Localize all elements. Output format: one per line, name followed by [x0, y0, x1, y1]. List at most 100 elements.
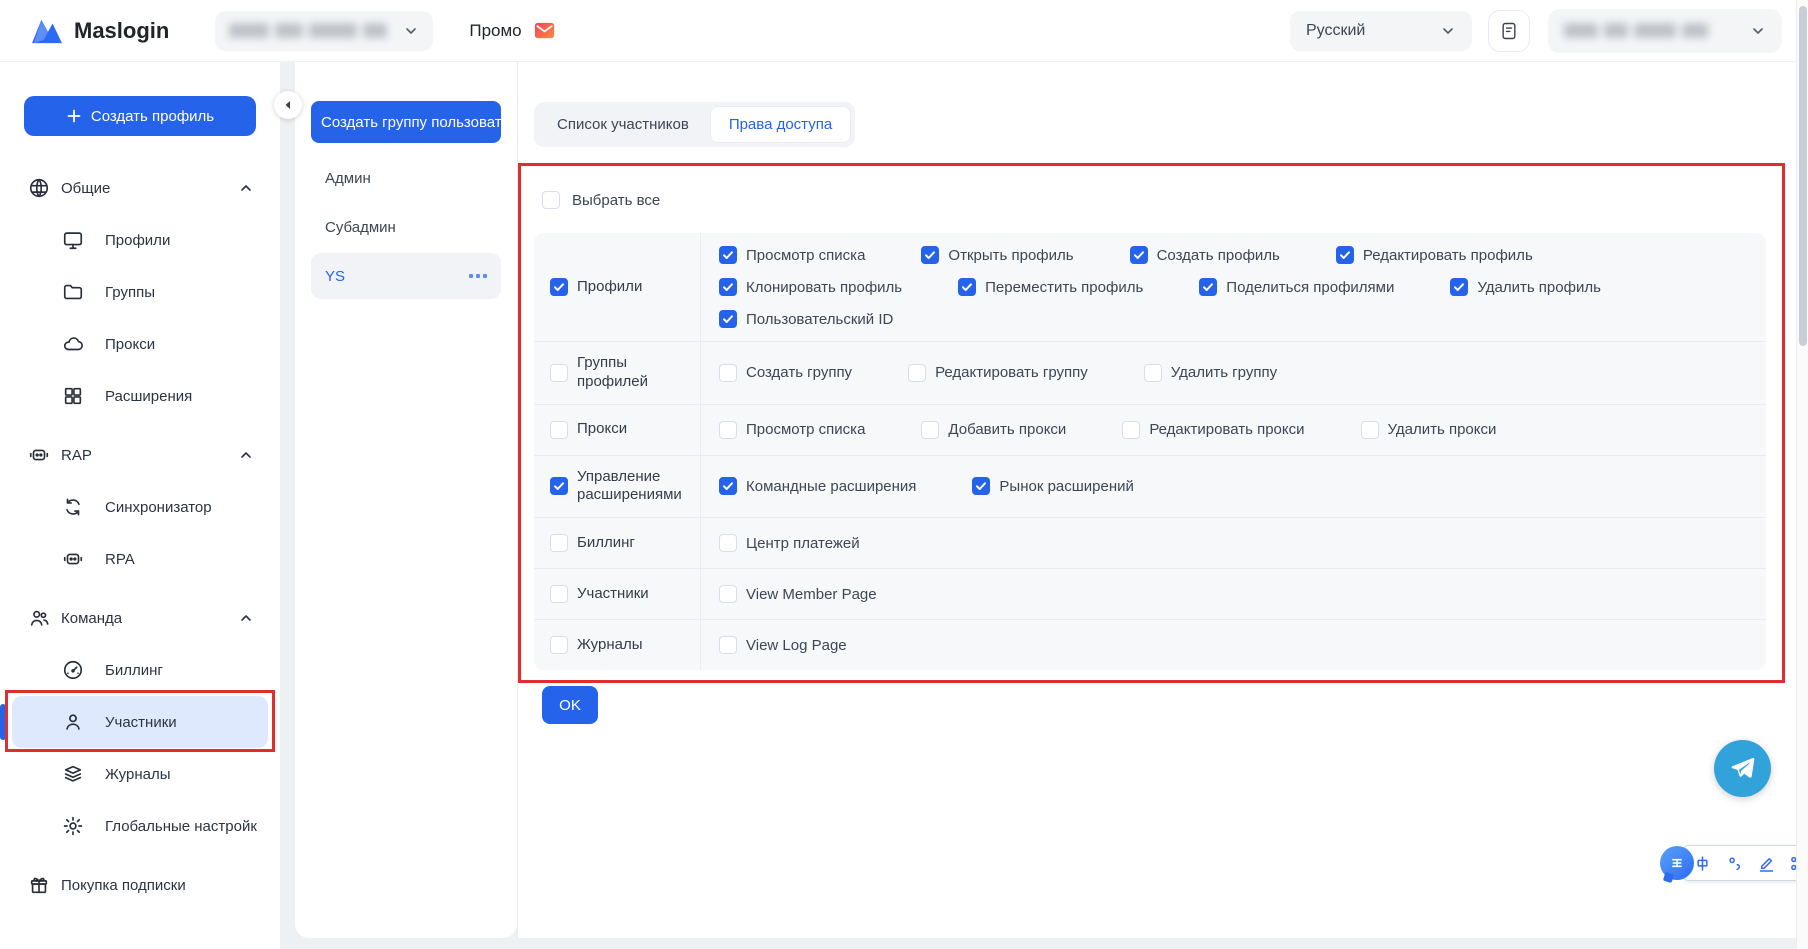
category-checkbox[interactable] — [550, 636, 568, 654]
permission-checkbox[interactable] — [1199, 278, 1218, 296]
ok-button[interactable]: OK — [542, 686, 598, 724]
docs-button[interactable] — [1488, 9, 1530, 52]
permission-item: Поделиться профилями — [1199, 278, 1394, 296]
permission-category: Журналы — [534, 620, 701, 670]
category-label: Участники — [577, 584, 649, 602]
permission-checkbox[interactable] — [719, 246, 737, 264]
scrollbar-thumb[interactable] — [1799, 6, 1807, 346]
sidebar-item-global-settings[interactable]: Глобальные настройк — [12, 800, 268, 852]
permission-label: Редактировать прокси — [1149, 421, 1305, 438]
sync-icon — [62, 496, 84, 518]
sidebar-item-rpa[interactable]: RPA — [12, 533, 268, 585]
sidebar-item-label: Глобальные настройк — [105, 817, 257, 835]
panel-gap — [280, 62, 295, 949]
permission-items: Создать группу Редактировать группу Удалит… — [701, 342, 1766, 404]
sidebar-item-billing[interactable]: Биллинг — [12, 644, 268, 696]
permission-item: Переместить профиль — [958, 278, 1143, 296]
sidebar-item-label: RAP — [61, 446, 92, 464]
category-label: Журналы — [577, 635, 643, 653]
sidebar-item-label: Прокси — [105, 335, 156, 353]
workspace-select[interactable] — [215, 10, 434, 51]
sidebar-item-rap[interactable]: RAP — [12, 429, 268, 481]
telegram-button[interactable] — [1714, 740, 1771, 797]
chevron-up-icon[interactable] — [238, 610, 254, 626]
person-icon — [62, 711, 84, 733]
permission-checkbox[interactable] — [1122, 420, 1141, 439]
permission-checkbox[interactable] — [719, 310, 737, 328]
sidebar-item-buy-subscription[interactable]: Покупка подписки — [12, 859, 268, 911]
pinyin-icon[interactable] — [1725, 854, 1744, 873]
group-menu-icon[interactable] — [469, 274, 487, 278]
chinese-icon[interactable] — [1693, 854, 1712, 873]
chevron-up-icon[interactable] — [238, 180, 254, 196]
permission-label: Просмотр списка — [746, 246, 866, 264]
category-checkbox[interactable] — [550, 420, 568, 439]
user-group-item[interactable]: YS — [311, 253, 501, 299]
permission-category: Прокси — [534, 404, 701, 455]
sidebar-item-label: Команда — [61, 609, 123, 627]
chevron-up-icon[interactable] — [238, 447, 254, 463]
sidebar-item-groups[interactable]: Группы — [12, 266, 268, 318]
sidebar-item-label: Покупка подписки — [61, 876, 186, 894]
category-checkbox[interactable] — [550, 477, 568, 496]
permission-row: Группы профилей Создать группу Редактирова… — [534, 342, 1766, 405]
permission-checkbox[interactable] — [719, 363, 737, 382]
user-groups-list: Админ Субадмин YS — [295, 155, 517, 299]
permission-label: Переместить профиль — [985, 278, 1144, 296]
permission-checkbox[interactable] — [719, 420, 737, 439]
user-groups-panel: Создать группу пользовате Админ Субадмин Y… — [295, 62, 517, 938]
permission-checkbox[interactable] — [908, 363, 927, 382]
sidebar-item-team[interactable]: Команда — [12, 592, 268, 644]
category-label: Управление расширениями — [577, 467, 682, 504]
sidebar-item-synchronizer[interactable]: Синхронизатор — [12, 481, 268, 533]
user-account-select[interactable] — [1548, 8, 1782, 53]
sidebar-item-proxy[interactable]: Прокси — [12, 318, 268, 370]
permission-checkbox[interactable] — [719, 585, 737, 603]
gift-icon — [28, 874, 50, 896]
permission-items: Центр платежей — [701, 518, 1766, 568]
create-profile-button[interactable]: Создать профиль — [24, 96, 256, 136]
permission-checkbox[interactable] — [719, 278, 737, 296]
category-checkbox[interactable] — [550, 585, 568, 603]
permission-row: Управление расширениями Командные расшире… — [534, 455, 1766, 518]
create-user-group-button[interactable]: Создать группу пользовате — [311, 101, 501, 143]
permission-checkbox[interactable] — [719, 636, 737, 654]
sidebar-item-profiles[interactable]: Профили — [12, 214, 268, 266]
user-group-item[interactable]: Админ — [311, 155, 501, 201]
permission-checkbox[interactable] — [1335, 246, 1354, 264]
permission-checkbox[interactable] — [921, 246, 940, 264]
permission-checkbox[interactable] — [1450, 278, 1469, 296]
permission-checkbox[interactable] — [1143, 363, 1162, 382]
permission-checkbox[interactable] — [1129, 246, 1148, 264]
permission-checkbox[interactable] — [972, 477, 991, 496]
sidebar-item-label: Биллинг — [105, 661, 163, 679]
category-checkbox[interactable] — [550, 363, 568, 382]
permission-checkbox[interactable] — [719, 477, 737, 496]
language-select[interactable]: Русский — [1290, 10, 1472, 51]
permission-category: Профили — [534, 233, 701, 341]
permission-checkbox[interactable] — [921, 420, 940, 439]
sidebar-item-label: Синхронизатор — [105, 498, 212, 516]
permission-items: Просмотр списка Добавить прокси Редактиров… — [701, 405, 1766, 455]
chevron-down-icon — [1443, 27, 1453, 34]
category-checkbox[interactable] — [550, 534, 568, 552]
tab-inactive[interactable]: Список участников — [538, 106, 708, 143]
page-scrollbar[interactable] — [1796, 0, 1808, 949]
user-group-item[interactable]: Субадмин — [311, 204, 501, 250]
sidebar-item-members[interactable]: Участники — [0, 696, 268, 748]
permission-checkbox[interactable] — [958, 278, 977, 296]
sidebar-item-extensions[interactable]: Расширения — [12, 370, 268, 422]
select-all-checkbox[interactable] — [542, 191, 560, 209]
sidebar-item-logs[interactable]: Журналы — [12, 748, 268, 800]
permission-category: Участники — [534, 569, 701, 619]
permission-checkbox[interactable] — [1360, 420, 1379, 439]
permission-checkbox[interactable] — [719, 534, 737, 552]
promo-link[interactable]: Промо — [469, 19, 556, 42]
pencil-icon[interactable] — [1757, 854, 1776, 873]
sidebar-item-general[interactable]: Общие — [12, 162, 268, 214]
translate-bubble-icon[interactable] — [1660, 846, 1694, 880]
collapse-panel-button[interactable] — [274, 91, 302, 119]
permission-items: Командные расширения Рынок расширений — [701, 456, 1766, 518]
tab-active[interactable]: Права доступа — [709, 106, 852, 143]
category-checkbox[interactable] — [550, 278, 568, 296]
